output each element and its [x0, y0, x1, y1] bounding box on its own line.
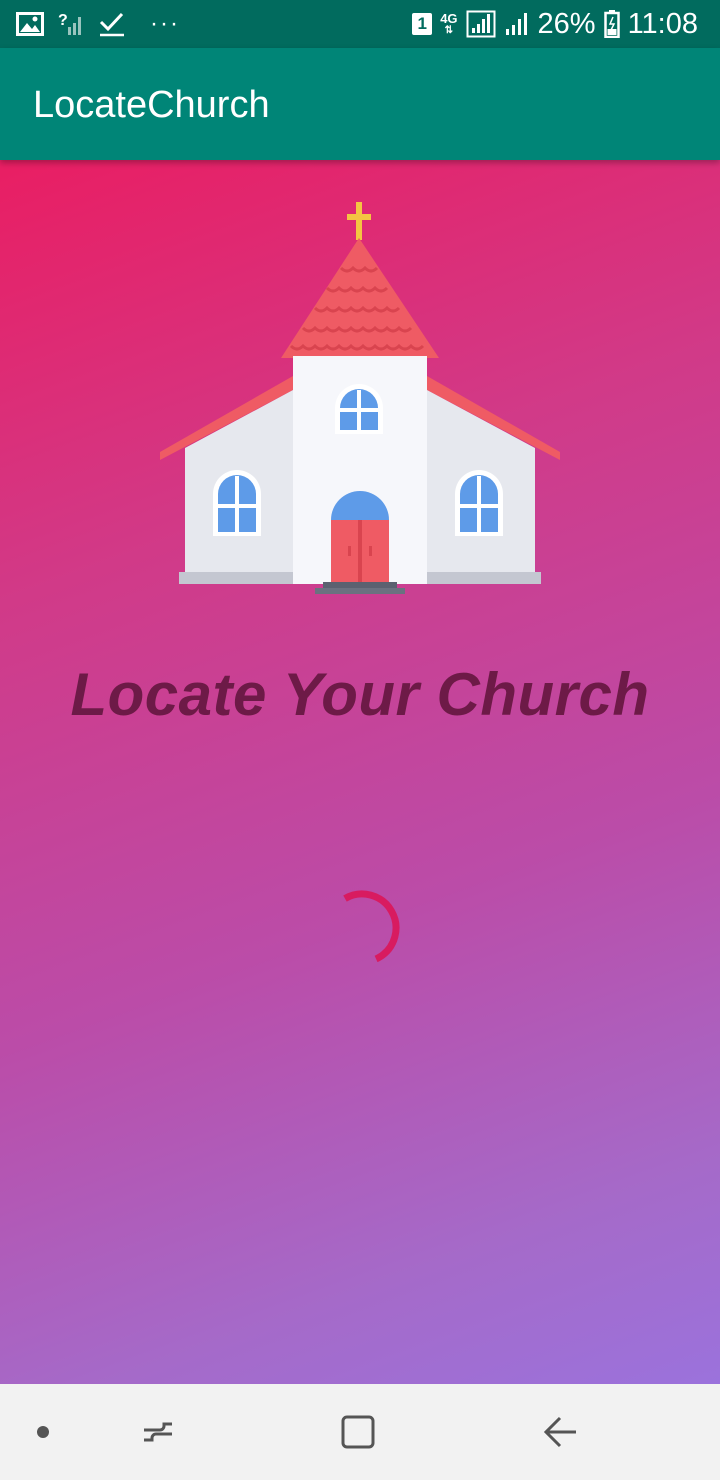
no-signal-icon: ?: [58, 12, 81, 35]
status-bar: ? ··· 1 4G ⇅ 26% 11:08: [0, 0, 720, 48]
home-icon: [341, 1415, 375, 1449]
loading-spinner-icon: [324, 890, 400, 966]
battery-icon: [603, 10, 620, 38]
splash-content: Locate Your Church: [0, 160, 720, 1384]
church-icon: [160, 202, 560, 594]
signal-icon-2: [505, 13, 527, 35]
clock: 11:08: [627, 8, 698, 40]
back-icon: [543, 1416, 576, 1448]
recent-apps-button[interactable]: [118, 1384, 198, 1480]
more-notifications-icon: ···: [150, 10, 180, 37]
nav-dot[interactable]: [20, 1384, 66, 1480]
screen: ? ··· 1 4G ⇅ 26% 11:08 LocateChurch Loca…: [0, 0, 720, 1480]
recent-apps-icon: [144, 1422, 172, 1442]
headline: Locate Your Church: [70, 661, 650, 728]
back-button[interactable]: [520, 1384, 600, 1480]
check-icon: [99, 12, 124, 37]
app-bar: LocateChurch: [0, 48, 720, 160]
app-title: LocateChurch: [33, 84, 270, 126]
navigation-bar: [0, 1384, 720, 1480]
signal-icon: [466, 10, 496, 38]
svg-text:?: ?: [58, 12, 68, 29]
battery-percent: 26%: [537, 8, 596, 40]
gallery-icon: [16, 12, 44, 36]
nav-dot-icon: [37, 1426, 49, 1438]
sim-icon: 1: [412, 13, 433, 35]
network-type: 4G ⇅: [440, 11, 458, 36]
home-button[interactable]: [318, 1384, 398, 1480]
